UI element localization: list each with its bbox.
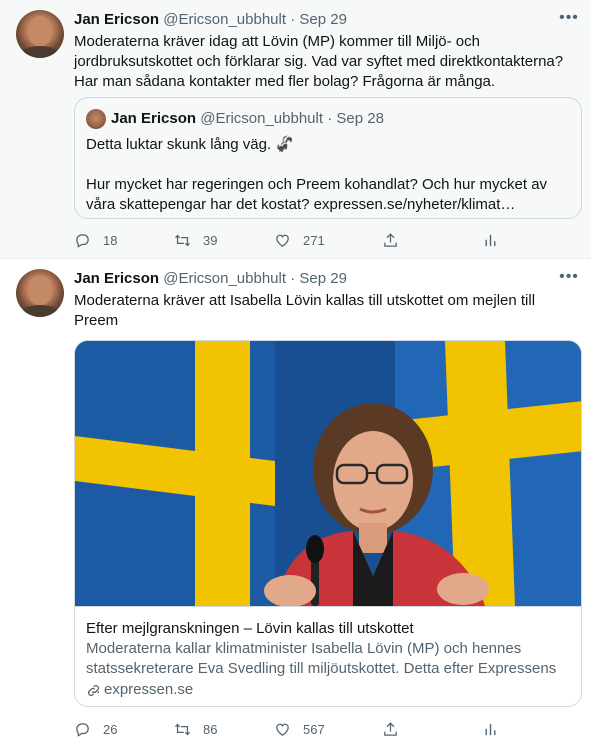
share-button[interactable] [382,230,411,250]
card-meta: Efter mejlgranskningen – Lövin kallas ti… [75,606,581,706]
quoted-link[interactable]: expressen.se/nyheter/klimat… [314,196,516,213]
card-domain-text: expressen.se [104,681,194,698]
like-button[interactable]: 271 [274,230,325,250]
separator-dot: · [290,11,296,28]
like-icon [276,234,289,247]
more-icon[interactable]: ••• [557,267,581,287]
reply-button[interactable]: 26 [74,719,117,739]
share-icon [384,721,397,736]
reply-icon [76,233,89,248]
retweet-count: 39 [203,232,218,248]
like-count: 271 [303,232,325,248]
reply-icon [76,722,89,737]
quoted-author-handle: @Ericson_ubbhult [200,110,324,127]
quoted-text-line-1: Detta luktar skunk lång väg. 🦨 [86,136,294,153]
tweet-header: Jan Ericson @Ericson_ubbhult · Sep 29 [74,269,347,289]
author-name[interactable]: Jan Ericson [74,11,159,28]
tweet-actions: 26 86 567 [74,719,514,739]
quoted-tweet-header: Jan Ericson @Ericson_ubbhult · Sep 28 [111,109,384,129]
card-photo [75,341,581,606]
separator-dot: · [290,270,296,287]
tweet[interactable]: Jan Ericson @Ericson_ubbhult · Sep 29 ••… [0,0,591,259]
quoted-tweet-date: Sep 28 [336,110,384,127]
analytics-icon [485,234,496,246]
more-icon[interactable]: ••• [557,8,581,28]
like-button[interactable]: 567 [274,719,325,739]
analytics-icon [485,723,496,735]
like-count: 567 [303,721,325,737]
tweet-date[interactable]: Sep 29 [299,11,347,28]
link-card[interactable]: Efter mejlgranskningen – Lövin kallas ti… [74,340,582,707]
reply-count: 26 [103,721,118,737]
retweet-icon [174,723,191,735]
tweet-date[interactable]: Sep 29 [299,270,347,287]
card-domain: expressen.se [86,680,193,700]
tweet-actions: 18 39 271 [74,230,514,250]
card-title: Efter mejlgranskningen – Lövin kallas ti… [86,620,414,637]
author-name[interactable]: Jan Ericson [74,270,159,287]
tweet-text: Moderaterna kräver idag att Lövin (MP) k… [74,33,564,90]
author-handle[interactable]: @Ericson_ubbhult [163,270,286,287]
retweet-icon [174,234,191,246]
retweet-count: 86 [203,721,218,737]
avatar[interactable] [16,269,64,317]
analytics-button[interactable] [482,230,511,250]
share-button[interactable] [382,719,411,739]
tweet-header: Jan Ericson @Ericson_ubbhult · Sep 29 [74,10,347,30]
retweet-button[interactable]: 86 [174,719,217,739]
author-handle[interactable]: @Ericson_ubbhult [163,11,286,28]
quoted-avatar [86,109,106,129]
quoted-tweet[interactable]: Jan Ericson @Ericson_ubbhult · Sep 28 De… [74,97,582,219]
card-image [75,341,581,606]
tweet-text: Moderaterna kräver att Isabella Lövin ka… [74,292,536,329]
analytics-button[interactable] [482,719,511,739]
link-icon [88,684,99,696]
share-icon [384,232,397,247]
quoted-tweet-text: Detta luktar skunk lång väg. 🦨 Hur mycke… [86,135,572,215]
like-icon [276,723,289,736]
reply-button[interactable]: 18 [74,230,117,250]
quoted-author-name: Jan Ericson [111,110,197,127]
avatar[interactable] [16,10,64,58]
reply-count: 18 [103,232,118,248]
retweet-button[interactable]: 39 [174,230,217,250]
tweet[interactable]: Jan Ericson @Ericson_ubbhult · Sep 29 ••… [0,259,591,744]
separator-dot: · [327,110,333,127]
